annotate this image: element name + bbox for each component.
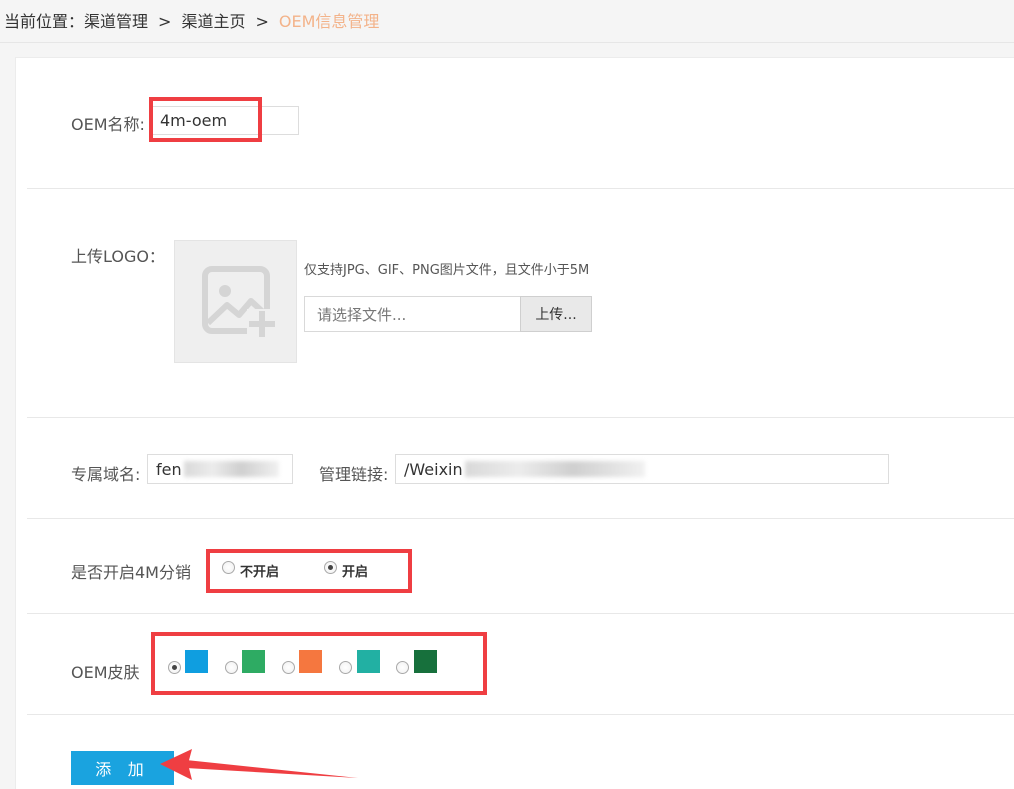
skin-radio-orange[interactable]: [282, 661, 295, 674]
logo-file-placeholder: 请选择文件...: [317, 305, 407, 324]
skin-swatch-green[interactable]: [242, 650, 265, 673]
admin-link-input[interactable]: /Weixin: [395, 454, 889, 484]
breadcrumb-prefix: 当前位置：: [4, 12, 85, 31]
skin-label: OEM皮肤: [71, 663, 140, 682]
breadcrumb-separator: >: [158, 12, 172, 31]
upload-button[interactable]: 上传...: [520, 296, 592, 332]
skin-radio-green[interactable]: [225, 661, 238, 674]
form-panel: [15, 57, 1014, 789]
logo-preview[interactable]: [174, 240, 297, 363]
skin-radio-blue[interactable]: [168, 661, 181, 674]
redacted-blur: [183, 461, 279, 477]
row-divider: [27, 613, 1014, 614]
breadcrumb-separator: >: [255, 12, 269, 31]
skin-swatch-dark-green[interactable]: [414, 650, 437, 673]
row-divider: [27, 714, 1014, 715]
header-divider: [0, 42, 1014, 43]
row-divider: [27, 518, 1014, 519]
admin-link-value: /Weixin: [404, 459, 463, 479]
oem-name-value: 4m-oem: [160, 111, 228, 130]
admin-link-label: 管理链接:: [319, 465, 389, 484]
row-divider: [27, 188, 1014, 189]
redacted-blur: [464, 461, 645, 477]
distribution-option-off-label: 不开启: [240, 565, 280, 580]
distribution-label: 是否开启4M分销: [71, 563, 191, 582]
domain-value: fen: [156, 459, 182, 479]
breadcrumb-item-channel-management[interactable]: 渠道管理: [84, 12, 148, 31]
skin-swatch-blue[interactable]: [185, 650, 208, 673]
skin-radio-dark-green[interactable]: [396, 661, 409, 674]
breadcrumb: 当前位置：渠道管理 > 渠道主页 > OEM信息管理: [4, 8, 379, 32]
domain-input[interactable]: fen: [147, 454, 293, 484]
distribution-radio-on[interactable]: [324, 561, 337, 574]
logo-upload-hint: 仅支持JPG、GIF、PNG图片文件，且文件小于5M: [304, 263, 590, 278]
distribution-option-on-label: 开启: [342, 565, 369, 580]
oem-name-label: OEM名称:: [71, 115, 145, 134]
row-divider: [27, 417, 1014, 418]
breadcrumb-item-channel-home[interactable]: 渠道主页: [181, 12, 245, 31]
add-button[interactable]: 添 加: [71, 751, 174, 785]
breadcrumb-current: OEM信息管理: [278, 12, 380, 31]
skin-swatch-teal[interactable]: [357, 650, 380, 673]
distribution-radio-off[interactable]: [222, 561, 235, 574]
oem-name-input[interactable]: 4m-oem: [151, 106, 299, 135]
logo-upload-label: 上传LOGO：: [71, 247, 165, 266]
domain-label: 专属域名:: [71, 465, 141, 484]
skin-swatch-orange[interactable]: [299, 650, 322, 673]
skin-radio-teal[interactable]: [339, 661, 352, 674]
add-image-icon: [202, 266, 277, 339]
logo-file-input[interactable]: 请选择文件...: [304, 296, 521, 332]
